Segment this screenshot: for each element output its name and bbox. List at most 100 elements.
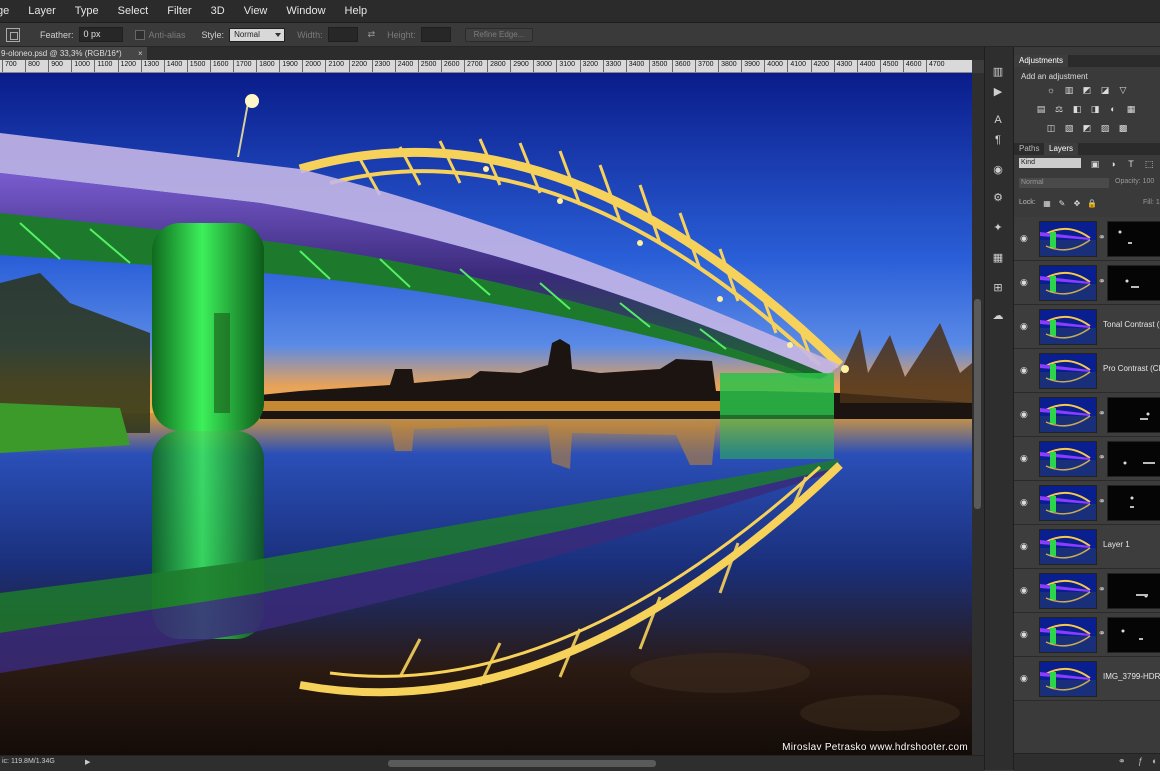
shape-filter-icon[interactable]: ⬚ [1144, 159, 1154, 169]
refine-edge-button[interactable]: Refine Edge... [464, 27, 534, 42]
channel-mixer-icon[interactable]: ◐ [1108, 104, 1118, 114]
visibility-eye-icon[interactable]: ◉ [1020, 497, 1030, 507]
lock-move-icon[interactable]: ✥ [1072, 199, 1082, 209]
visibility-eye-icon[interactable]: ◉ [1020, 409, 1030, 419]
status-menu-arrow-icon[interactable]: ▶ [85, 758, 90, 766]
fx-icon[interactable]: ƒ [1138, 756, 1143, 766]
visibility-eye-icon[interactable]: ◉ [1020, 585, 1030, 595]
lock-all-icon[interactable]: 🔒 [1087, 199, 1097, 209]
antialias-checkbox[interactable] [134, 29, 145, 40]
lock-brush-icon[interactable]: ✎ [1057, 199, 1067, 209]
exposure-icon[interactable]: ◪ [1100, 85, 1110, 95]
threshold-icon[interactable]: ◩ [1082, 123, 1092, 133]
brightness-contrast-icon[interactable]: ☼ [1046, 85, 1056, 95]
mask-link-icon[interactable]: ⚭ [1098, 276, 1106, 287]
brushes-icon[interactable]: ✦ [991, 221, 1005, 235]
type-filter-icon[interactable]: T [1126, 159, 1136, 169]
layer-row[interactable]: ◉ Layer 1 [1014, 525, 1160, 569]
posterize-icon[interactable]: ▧ [1064, 123, 1074, 133]
character-icon[interactable]: A [991, 113, 1005, 127]
layer-row[interactable]: ◉ ⚭ [1014, 393, 1160, 437]
layer-mask-thumbnail[interactable] [1107, 573, 1160, 609]
layer-mask-thumbnail[interactable] [1107, 397, 1160, 433]
link-layers-icon[interactable]: ⚭ [1118, 756, 1126, 767]
fill-control[interactable]: Fill: 100 [1143, 199, 1160, 206]
layer-mask-thumbnail[interactable] [1107, 485, 1160, 521]
opacity-control[interactable]: Opacity: 100 [1115, 178, 1154, 185]
adjustment-filter-icon[interactable]: ◑ [1108, 159, 1118, 169]
close-icon[interactable]: × [138, 47, 143, 60]
layer-mask-thumbnail[interactable] [1107, 265, 1160, 301]
paragraph-icon[interactable]: ¶ [991, 133, 1005, 147]
layer-row[interactable]: ◉ ⚭ [1014, 217, 1160, 261]
menu-image[interactable]: ge [0, 5, 18, 17]
layer-name[interactable]: Layer 1 [1103, 540, 1160, 549]
vertical-scrollbar[interactable] [972, 73, 984, 755]
navigator-icon[interactable]: ▦ [991, 251, 1005, 265]
mask-link-icon[interactable]: ⚭ [1098, 408, 1106, 419]
invert-icon[interactable]: ◫ [1046, 123, 1056, 133]
gradient-map-icon[interactable]: ▨ [1100, 123, 1110, 133]
menu-type[interactable]: Type [75, 5, 108, 17]
horizontal-scroll-thumb[interactable] [388, 760, 656, 767]
vertical-scroll-thumb[interactable] [974, 299, 981, 509]
add-mask-icon[interactable]: ◐ [1152, 756, 1157, 766]
vibrance-icon[interactable]: ▽ [1118, 85, 1128, 95]
levels-icon[interactable]: ▥ [1064, 85, 1074, 95]
visibility-eye-icon[interactable]: ◉ [1020, 453, 1030, 463]
lock-pixels-icon[interactable]: ▦ [1042, 199, 1052, 209]
actions-play-icon[interactable]: ▶ [991, 85, 1005, 99]
image-filter-icon[interactable]: ▣ [1090, 159, 1100, 169]
history-icon[interactable]: ▥ [991, 65, 1005, 79]
layer-mask-thumbnail[interactable] [1107, 441, 1160, 477]
photo-filter-icon[interactable]: ◨ [1090, 104, 1100, 114]
image-canvas[interactable]: Miroslav Petrasko www.hdrshooter.com [0, 73, 972, 755]
height-input[interactable] [420, 27, 451, 42]
mask-link-icon[interactable]: ⚭ [1098, 496, 1106, 507]
selection-mode-icon[interactable] [6, 27, 20, 42]
width-input[interactable] [327, 27, 358, 42]
hue-saturation-icon[interactable]: ▤ [1036, 104, 1046, 114]
menu-3d[interactable]: 3D [211, 5, 234, 17]
visibility-eye-icon[interactable]: ◉ [1020, 541, 1030, 551]
tab-layers[interactable]: Layers [1044, 143, 1079, 155]
feather-input[interactable]: 0 px [78, 27, 123, 42]
tool-presets-icon[interactable]: ⚙ [991, 191, 1005, 205]
layer-row[interactable]: ◉ ⚭ [1014, 437, 1160, 481]
layer-row[interactable]: ◉ ⚭ [1014, 481, 1160, 525]
visibility-eye-icon[interactable]: ◉ [1020, 277, 1030, 287]
visibility-eye-icon[interactable]: ◉ [1020, 365, 1030, 375]
visibility-eye-icon[interactable]: ◉ [1020, 673, 1030, 683]
layer-row[interactable]: ◉ ⚭ [1014, 261, 1160, 305]
menu-help[interactable]: Help [345, 5, 377, 17]
swatches-icon[interactable]: ◉ [991, 163, 1005, 177]
info-icon[interactable]: ⊞ [991, 281, 1005, 295]
layer-mask-thumbnail[interactable] [1107, 617, 1160, 653]
kind-filter-select[interactable]: Kind [1019, 158, 1081, 168]
visibility-eye-icon[interactable]: ◉ [1020, 629, 1030, 639]
mask-link-icon[interactable]: ⚭ [1098, 628, 1106, 639]
tab-adjustments[interactable]: Adjustments [1014, 55, 1069, 67]
document-tab[interactable]: 9-oloneo.psd @ 33,3% (RGB/16*) [0, 47, 147, 60]
fill-value[interactable]: 100 [1156, 199, 1160, 206]
layer-name[interactable]: Tonal Contrast (C [1103, 320, 1160, 329]
mask-link-icon[interactable]: ⚭ [1098, 584, 1106, 595]
layer-row[interactable]: ◉ ⚭ [1014, 613, 1160, 657]
visibility-eye-icon[interactable]: ◉ [1020, 233, 1030, 243]
style-select[interactable]: Normal [229, 27, 286, 42]
black-white-icon[interactable]: ◧ [1072, 104, 1082, 114]
visibility-eye-icon[interactable]: ◉ [1020, 321, 1030, 331]
tab-paths[interactable]: Paths [1014, 143, 1044, 155]
cc-libraries-icon[interactable]: ☁ [991, 309, 1005, 323]
mask-link-icon[interactable]: ⚭ [1098, 232, 1106, 243]
layer-row[interactable]: ◉ Pro Contrast (CEP [1014, 349, 1160, 393]
layer-mask-thumbnail[interactable] [1107, 221, 1160, 257]
menu-view[interactable]: View [244, 5, 277, 17]
blend-mode-select[interactable]: Normal [1019, 178, 1109, 188]
color-balance-icon[interactable]: ⚖ [1054, 104, 1064, 114]
selective-color-icon[interactable]: ▩ [1118, 123, 1128, 133]
layer-row[interactable]: ◉ IMG_3799-HDR.t [1014, 657, 1160, 701]
menu-select[interactable]: Select [118, 5, 158, 17]
color-lookup-icon[interactable]: ▦ [1126, 104, 1136, 114]
mask-link-icon[interactable]: ⚭ [1098, 452, 1106, 463]
